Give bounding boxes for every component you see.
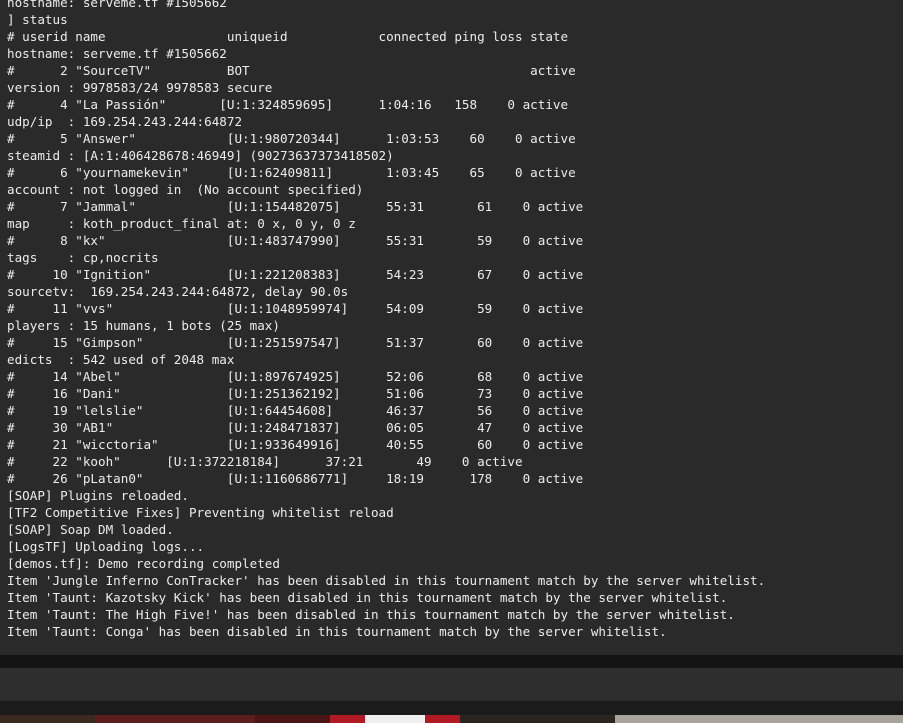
background-segment (615, 715, 903, 723)
console-divider (0, 655, 903, 668)
console-line: map : koth_product_final at: 0 x, 0 y, 0… (7, 216, 356, 231)
console-line: # 14 "Abel" [U:1:897674925] 52:06 68 0 a… (7, 369, 584, 384)
background-segment (255, 715, 330, 723)
background-segment (0, 715, 95, 723)
console-line: udp/ip : 169.254.243.244:64872 (7, 114, 243, 129)
console-line: hostname: serveme.tf #1505662 (7, 46, 227, 61)
console-line: # 26 "pLatan0" [U:1:1160686771] 18:19 17… (7, 471, 584, 486)
console-line: [TF2 Competitive Fixes] Preventing white… (7, 505, 394, 520)
console-line: # 8 "kx" [U:1:483747990] 55:31 59 0 acti… (7, 233, 584, 248)
console-line: Item 'Jungle Inferno ConTracker' has bee… (7, 573, 766, 588)
console-line: [SOAP] Soap DM loaded. (7, 522, 174, 537)
console-line: # 16 "Dani" [U:1:251362192] 51:06 73 0 a… (7, 386, 584, 401)
background-segment (460, 715, 615, 723)
console-line: # 19 "lelslie" [U:1:64454608] 46:37 56 0… (7, 403, 584, 418)
background-segment (95, 715, 255, 723)
console-line: # 30 "AB1" [U:1:248471837] 06:05 47 0 ac… (7, 420, 584, 435)
console-line: Item 'Taunt: The High Five!' has been di… (7, 607, 735, 622)
console-line: # userid name uniqueid connected ping lo… (7, 29, 569, 44)
console-line: # 4 "La Passión" [U:1:324859695] 1:04:16… (7, 97, 569, 112)
console-line: [demos.tf]: Demo recording completed (7, 556, 280, 571)
console-line: # 10 "Ignition" [U:1:221208383] 54:23 67… (7, 267, 584, 282)
console-line: [SOAP] Plugins reloaded. (7, 488, 189, 503)
console-line: # 2 "SourceTV" BOT active (7, 63, 576, 78)
console-line: # 15 "Gimpson" [U:1:251597547] 51:37 60 … (7, 335, 584, 350)
console-line: players : 15 humans, 1 bots (25 max) (7, 318, 280, 333)
console-line: # 21 "wicctoria" [U:1:933649916] 40:55 6… (7, 437, 584, 452)
console-line: edicts : 542 used of 2048 max (7, 352, 235, 367)
console-line: ] status (7, 12, 68, 27)
console-line: Item 'Taunt: Conga' has been disabled in… (7, 624, 667, 639)
game-background-strip (0, 701, 903, 723)
console-command-input[interactable] (0, 668, 903, 701)
console-line: Item 'Taunt: Kazotsky Kick' has been dis… (7, 590, 728, 605)
console-output-panel[interactable]: hostname: serveme.tf #1505662 ] status # u… (0, 0, 903, 655)
console-line: sourcetv: 169.254.243.244:64872, delay 9… (7, 284, 349, 299)
console-line: [LogsTF] Uploading logs... (7, 539, 205, 554)
console-line: tags : cp,nocrits (7, 250, 159, 265)
console-log: hostname: serveme.tf #1505662 ] status # u… (7, 0, 765, 640)
console-line: # 6 "yournamekevin" [U:1:62409811] 1:03:… (7, 165, 576, 180)
console-line: version : 9978583/24 9978583 secure (7, 80, 273, 95)
console-line: hostname: serveme.tf #1505662 (7, 0, 227, 10)
console-line: # 7 "Jammal" [U:1:154482075] 55:31 61 0 … (7, 199, 584, 214)
console-line: # 11 "vvs" [U:1:1048959974] 54:09 59 0 a… (7, 301, 584, 316)
console-line: # 22 "kooh" [U:1:372218184] 37:21 49 0 a… (7, 454, 523, 469)
console-line: # 5 "Answer" [U:1:980720344] 1:03:53 60 … (7, 131, 576, 146)
background-logo-fragment (365, 715, 425, 723)
console-line: steamid : [A:1:406428678:46949] (9027363… (7, 148, 394, 163)
console-line: account : not logged in (No account spec… (7, 182, 364, 197)
